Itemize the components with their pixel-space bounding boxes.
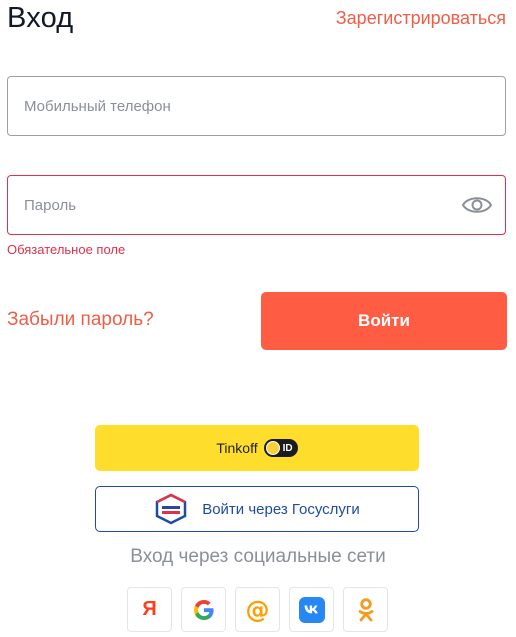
page-title: Вход [7,2,74,34]
yandex-button[interactable]: Я [127,587,172,632]
vk-icon [298,596,325,623]
tinkoff-crest-icon [265,441,280,455]
tinkoff-id-text: ID [282,442,293,454]
odnoklassniki-icon [358,597,373,621]
password-placeholder: Пароль [24,197,77,214]
password-error-text: Обязательное поле [7,242,126,257]
social-caption: Вход через социальные сети [130,546,386,567]
social-buttons: Я @ [127,587,388,632]
google-icon [193,599,214,620]
tinkoff-id-button[interactable]: Tinkoff ID [95,425,419,471]
vk-button[interactable] [289,587,334,632]
forgot-password-link[interactable]: Забыли пароль? [7,309,154,331]
gosuslugi-icon [155,493,187,525]
gosuslugi-label: Войти через Госуслуги [202,500,360,518]
mailru-button[interactable]: @ [235,587,280,632]
tinkoff-label: Tinkoff [216,440,258,456]
tinkoff-id-badge: ID [263,439,298,457]
login-button[interactable]: Войти [261,292,507,350]
phone-placeholder: Мобильный телефон [24,98,171,115]
phone-field[interactable]: Мобильный телефон [7,76,506,136]
password-field[interactable]: Пароль [7,175,506,235]
mailru-icon: @ [245,595,270,624]
register-link[interactable]: Зарегистрироваться [336,8,506,29]
odnoklassniki-button[interactable] [343,587,388,632]
gosuslugi-button[interactable]: Войти через Госуслуги [95,486,419,532]
google-button[interactable] [181,587,226,632]
eye-icon[interactable] [461,191,493,219]
yandex-icon: Я [142,598,157,620]
